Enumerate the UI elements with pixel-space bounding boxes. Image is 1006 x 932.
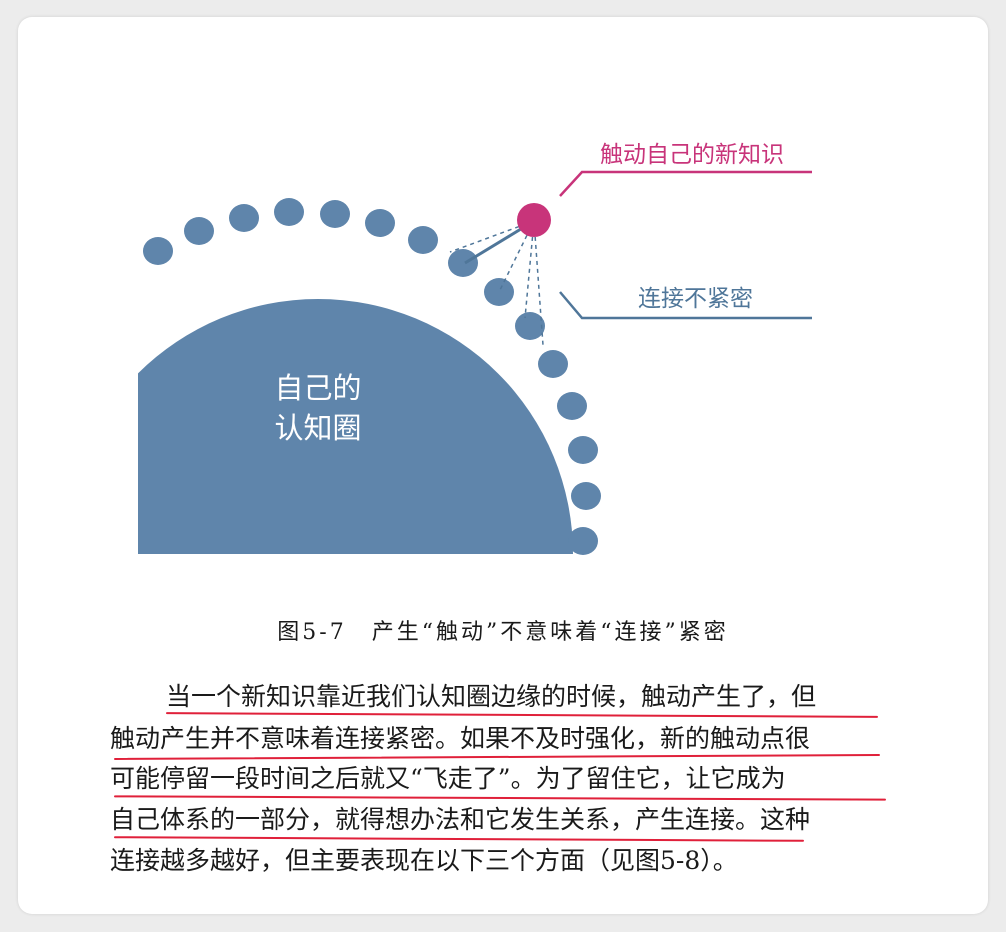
new-knowledge-point <box>517 203 551 237</box>
cognition-circle <box>138 299 573 554</box>
figure-caption: 图5-7 产生“触动”不意味着“连接”紧密 <box>277 620 729 645</box>
edge-dot <box>365 209 395 237</box>
edge-dot <box>448 249 478 277</box>
edge-dot <box>571 482 601 510</box>
circle-label-line2: 认知圈 <box>274 412 361 445</box>
edge-dot <box>538 350 568 378</box>
paragraph-line-3: 可能停留一段时间之后就又“飞走了”。为了留住它，让它成为 <box>110 764 786 793</box>
edge-dot <box>274 198 304 226</box>
edge-dot <box>408 226 438 254</box>
knowledge-circle-figure: 触动自己的新知识 连接不紧密 自己的 认知圈 <box>138 141 812 555</box>
edge-dot <box>568 527 598 555</box>
edge-dot <box>557 392 587 420</box>
edge-dot <box>229 204 259 232</box>
paragraph-line-5: 连接越多越好，但主要表现在以下三个方面（见图5-8）。 <box>110 846 738 875</box>
edge-dot <box>320 200 350 228</box>
edge-dot <box>515 312 545 340</box>
circle-label-line1: 自己的 <box>274 372 361 405</box>
edge-dot <box>484 278 514 306</box>
paragraph-line-4: 自己体系的一部分，就得想办法和它发生关系，产生连接。这种 <box>110 805 811 834</box>
callout-line-top <box>559 170 812 197</box>
callout-label-weak-connection: 连接不紧密 <box>638 285 753 311</box>
edge-dot <box>184 217 214 245</box>
paragraph-line-1: 当一个新知识靠近我们认知圈边缘的时候，触动产生了，但 <box>166 682 817 711</box>
edge-dot <box>568 436 598 464</box>
paragraph-line-2: 触动产生并不意味着连接紧密。如果不及时强化，新的触动点很 <box>110 724 811 753</box>
edge-dot <box>143 237 173 265</box>
callout-label-new-knowledge: 触动自己的新知识 <box>600 141 784 167</box>
